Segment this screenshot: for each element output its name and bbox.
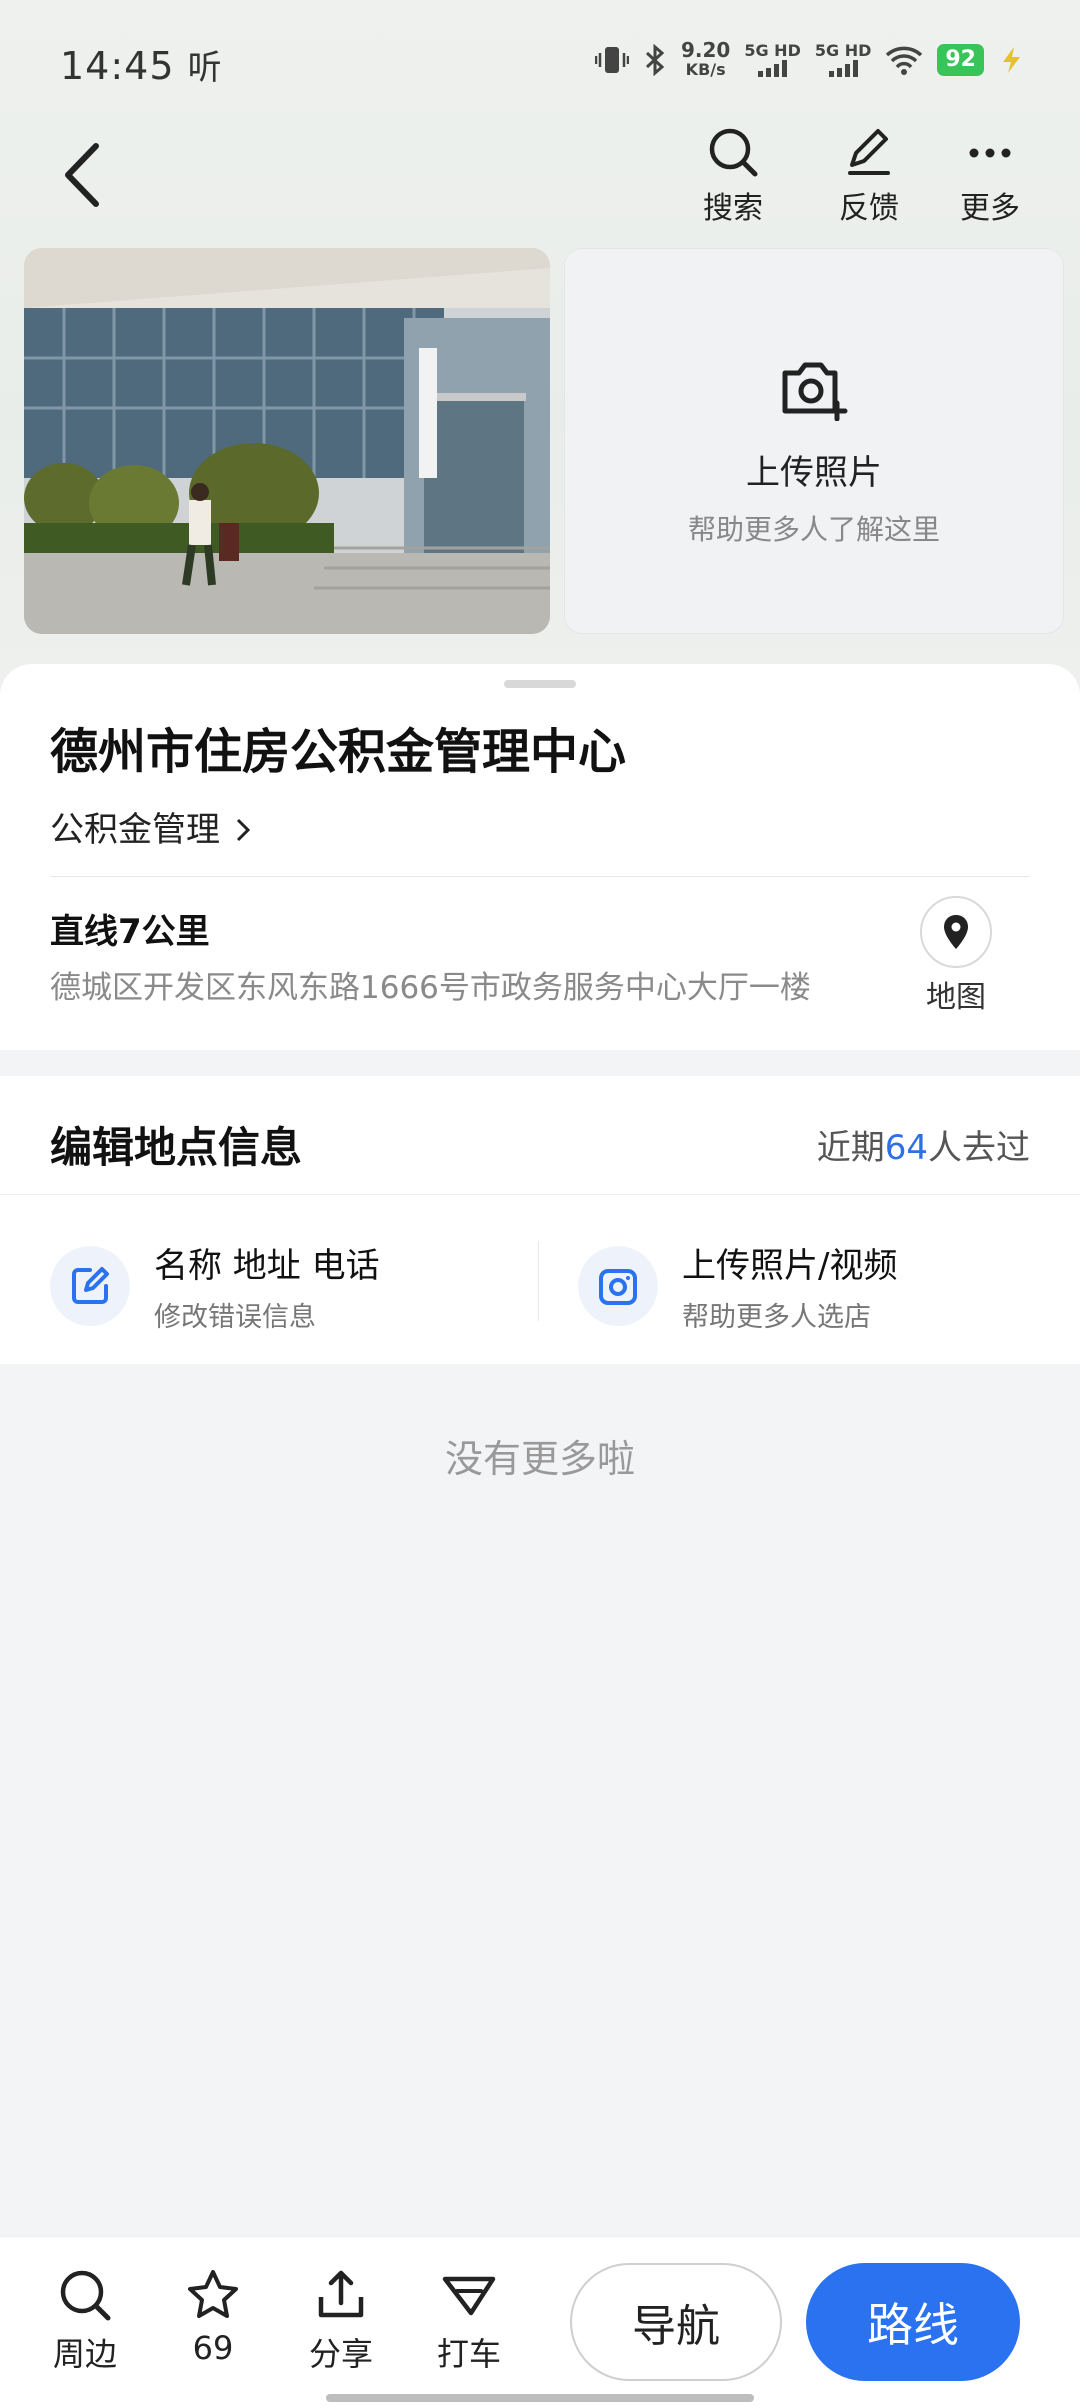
place-category-link[interactable]: 公积金管理 xyxy=(50,802,251,851)
add-photo-icon xyxy=(782,362,848,422)
building-photo xyxy=(24,248,550,634)
route-button[interactable]: 路线 xyxy=(806,2263,1020,2381)
taxi-icon xyxy=(442,2276,496,2316)
address-text: 德城区开发区东风东路1666号市政务服务中心大厅一楼 xyxy=(50,970,811,1006)
star-icon xyxy=(188,2270,238,2318)
camera-icon xyxy=(599,1269,637,1305)
edit-place-section: 编辑地点信息 近期64人去过 名称 地址 电话 修改错误信息 上传照片/视频 帮… xyxy=(0,1076,1080,1364)
search-icon xyxy=(60,2270,111,2321)
edit-name-address-phone[interactable]: 名称 地址 电话 修改错误信息 xyxy=(50,1236,380,1336)
navigate-button[interactable]: 导航 xyxy=(570,2263,782,2381)
sim1-signal: 5G HD xyxy=(744,43,801,77)
divider xyxy=(50,876,1030,877)
divider xyxy=(0,1194,1080,1195)
distance-text: 直线7公里 xyxy=(50,912,210,952)
upload-photo-title: 上传照片 xyxy=(746,453,882,493)
chevron-left-icon xyxy=(65,143,99,207)
wifi-icon xyxy=(886,46,923,75)
edit-icon xyxy=(72,1267,109,1304)
status-bar: 14:45 听 9.20 KB/s 5G HD 5G HD 92 xyxy=(0,0,1080,130)
charging-icon xyxy=(1003,47,1020,73)
favorite-button[interactable]: 69 xyxy=(168,2267,258,2367)
no-more-text: 没有更多啦 xyxy=(444,1437,635,1481)
more-dots-icon xyxy=(969,148,1011,158)
bottom-action-bar: 周边 69 分享 打车 导航 路线 xyxy=(0,2236,1080,2408)
place-info-sheet: 德州市住房公积金管理中心 公积金管理 直线7公里 德城区开发区东风东路1666号… xyxy=(0,664,1080,1050)
upload-photo-video[interactable]: 上传照片/视频 帮助更多人选店 xyxy=(578,1236,897,1336)
home-indicator[interactable] xyxy=(326,2394,754,2402)
feedback-button[interactable]: 反馈 xyxy=(819,125,919,227)
share-button[interactable]: 分享 xyxy=(296,2267,386,2375)
back-button[interactable] xyxy=(60,140,120,210)
more-button[interactable]: 更多 xyxy=(940,125,1040,227)
bluetooth-icon xyxy=(645,44,665,76)
place-title: 德州市住房公积金管理中心 xyxy=(50,724,627,780)
search-button[interactable]: 搜索 xyxy=(683,125,783,227)
edit-section-title: 编辑地点信息 xyxy=(50,1123,303,1172)
place-photo[interactable] xyxy=(24,248,550,634)
chevron-right-icon xyxy=(236,818,250,842)
taxi-button[interactable]: 打车 xyxy=(424,2267,514,2375)
nearby-button[interactable]: 周边 xyxy=(40,2267,130,2375)
upload-photo-card[interactable]: 上传照片 帮助更多人了解这里 xyxy=(564,248,1064,634)
visited-count: 近期64人去过 xyxy=(816,1128,1030,1168)
battery-indicator: 92 xyxy=(937,44,984,76)
divider xyxy=(538,1241,539,1321)
map-button[interactable]: 地图 xyxy=(920,896,992,1016)
share-icon xyxy=(318,2270,364,2318)
net-speed: 9.20 KB/s xyxy=(680,38,731,79)
status-icons: 9.20 KB/s 5G HD 5G HD 92 xyxy=(594,38,1024,80)
sim2-signal: 5G HD xyxy=(815,43,871,77)
status-time: 14:45 听 xyxy=(60,44,223,88)
upload-photo-subtitle: 帮助更多人了解这里 xyxy=(687,513,940,546)
sheet-handle[interactable] xyxy=(504,680,576,688)
location-pin-icon xyxy=(944,915,968,949)
vibrate-icon xyxy=(594,47,629,73)
search-icon xyxy=(709,128,758,177)
edit-pen-icon xyxy=(848,129,890,175)
